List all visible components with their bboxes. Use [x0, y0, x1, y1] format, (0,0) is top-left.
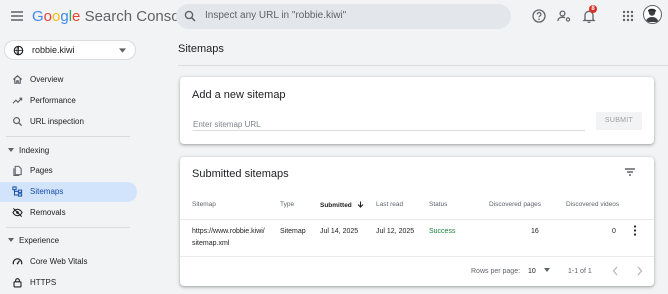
sitemap-url-line2: sitemap.xml — [192, 240, 230, 247]
removals-icon — [12, 207, 23, 218]
sidebar-item-pages[interactable]: Pages — [0, 161, 137, 181]
column-header-discovered-videos[interactable]: Discovered videos — [566, 201, 619, 208]
sidebar-item-https[interactable]: HTTPS — [0, 273, 137, 293]
submitted-sitemaps-card: Submitted sitemaps Sitemap Type Submitte… — [180, 157, 654, 286]
sidebar-item-overview[interactable]: Overview — [0, 70, 137, 90]
account-avatar[interactable] — [643, 5, 662, 24]
submit-button[interactable]: SUBMIT — [596, 112, 642, 130]
sitemap-url-input[interactable] — [193, 117, 585, 129]
caret-down-icon — [8, 238, 14, 242]
title-divider — [178, 65, 668, 66]
column-header-submitted[interactable]: Submitted — [320, 201, 364, 209]
notification-count-badge: 8 — [589, 5, 597, 13]
add-sitemap-card: Add a new sitemap SUBMIT — [180, 77, 654, 144]
pagination-range: 1-1 of 1 — [568, 268, 592, 275]
column-header-status[interactable]: Status — [429, 201, 447, 208]
previous-page-icon[interactable] — [611, 266, 620, 276]
property-name: robbie.kiwi — [32, 45, 75, 55]
column-header-last-read[interactable]: Last read — [376, 201, 403, 208]
filter-icon[interactable] — [624, 166, 636, 178]
sort-down-arrow-icon — [357, 201, 363, 208]
sidebar-divider — [6, 227, 130, 228]
discovered-videos-count: 0 — [612, 228, 616, 235]
search-icon — [12, 116, 23, 127]
sitemap-url-line1: https://www.robbie.kiwi/ — [192, 228, 265, 235]
sitemap-url-field-wrapper — [193, 114, 585, 131]
sitemap-last-read-date: Jul 12, 2025 — [376, 228, 415, 235]
help-icon[interactable] — [531, 8, 547, 24]
trending-up-icon — [12, 95, 23, 106]
sidebar-divider — [6, 136, 130, 137]
sidebar-item-removals[interactable]: Removals — [0, 203, 137, 223]
row-more-options-icon[interactable] — [633, 225, 637, 236]
column-header-sitemap[interactable]: Sitemap — [192, 201, 216, 208]
sitemap-submitted-date: Jul 14, 2025 — [320, 228, 359, 235]
sitemap-type: Sitemap — [280, 228, 306, 235]
app-logo[interactable]: Google Search Console — [32, 8, 191, 25]
next-page-icon[interactable] — [635, 266, 644, 276]
url-inspect-search[interactable]: Inspect any URL in "robbie.kiwi" — [176, 4, 511, 29]
rows-per-page-select[interactable]: 10 — [528, 268, 550, 275]
column-header-type[interactable]: Type — [280, 201, 294, 208]
section-experience-toggle[interactable]: Experience — [0, 233, 137, 249]
sitemap-status: Success — [429, 228, 456, 235]
caret-down-icon — [8, 148, 14, 152]
chevron-down-icon — [119, 48, 126, 53]
property-selector[interactable]: robbie.kiwi — [4, 40, 136, 60]
main-menu-icon[interactable] — [9, 8, 25, 24]
apps-grid-icon[interactable] — [620, 8, 636, 24]
lock-icon — [12, 277, 23, 288]
table-header-divider — [180, 219, 654, 220]
search-icon — [184, 10, 196, 22]
add-sitemap-heading: Add a new sitemap — [192, 89, 286, 101]
manage-users-icon[interactable] — [556, 8, 572, 24]
sidebar-item-sitemaps[interactable]: Sitemaps — [0, 182, 137, 202]
sitemap-icon — [12, 186, 23, 197]
rows-per-page-label: Rows per page: — [471, 268, 521, 275]
speed-icon — [12, 256, 23, 267]
property-globe-icon — [13, 45, 24, 56]
column-header-discovered-pages[interactable]: Discovered pages — [489, 201, 541, 208]
discovered-pages-count: 16 — [531, 228, 539, 235]
sidebar-item-url-inspection[interactable]: URL inspection — [0, 112, 137, 132]
top-bar: Google Search Console Inspect any URL in… — [0, 0, 668, 33]
chevron-down-icon — [543, 268, 550, 272]
home-icon — [12, 74, 23, 85]
sidebar-item-performance[interactable]: Performance — [0, 91, 137, 111]
pages-icon — [12, 165, 23, 176]
submitted-sitemaps-heading: Submitted sitemaps — [192, 168, 289, 180]
sidebar-item-core-web-vitals[interactable]: Core Web Vitals — [0, 252, 137, 272]
page-title: Sitemaps — [178, 43, 224, 55]
table-footer-divider — [180, 256, 654, 257]
section-indexing-toggle[interactable]: Indexing — [0, 143, 137, 159]
search-placeholder: Inspect any URL in "robbie.kiwi" — [205, 10, 347, 21]
sidebar: robbie.kiwi Overview Performance URL ins… — [0, 33, 140, 294]
